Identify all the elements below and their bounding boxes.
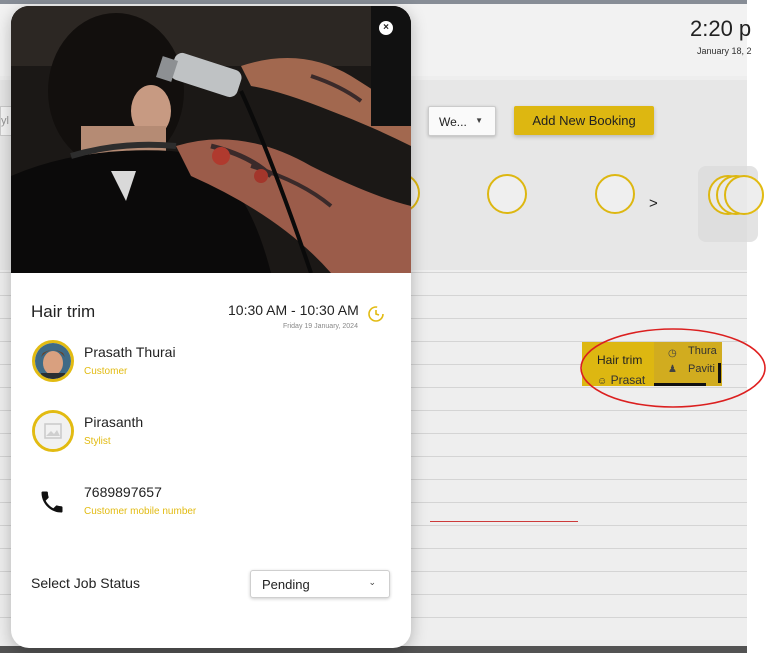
stylist-name: Pirasanth xyxy=(84,414,144,430)
barber-photo xyxy=(11,6,411,273)
job-status-label: Select Job Status xyxy=(31,575,140,591)
booking-time-range: 10:30 AM - 10:30 AM xyxy=(228,302,359,318)
close-button[interactable]: × xyxy=(379,21,393,35)
service-hero-image: × xyxy=(11,6,411,273)
image-placeholder-icon xyxy=(35,413,71,449)
customer-avatar xyxy=(32,340,74,382)
stylist-role: Stylist xyxy=(84,436,111,447)
stylist-avatar xyxy=(32,410,74,452)
chevron-down-icon: ⌄ xyxy=(368,577,376,587)
customer-role: Customer xyxy=(84,366,128,377)
job-status-select[interactable]: Pending ⌄ xyxy=(250,570,390,598)
close-icon: × xyxy=(383,22,389,33)
phone-icon xyxy=(41,491,63,513)
phone-label: Customer mobile number xyxy=(84,506,197,517)
customer-photo xyxy=(35,343,71,379)
service-name: Hair trim xyxy=(31,302,96,321)
clock-icon xyxy=(368,306,384,322)
screen: 2:20 p January 18, 2 yl We... ▼ Add New … xyxy=(0,0,769,653)
job-status-value: Pending xyxy=(262,577,310,592)
phone-number: 7689897657 xyxy=(84,484,162,500)
customer-name: Prasath Thurai xyxy=(84,344,176,360)
booking-date: Friday 19 January, 2024 xyxy=(283,323,358,330)
booking-details-modal: × Hair trim 10:30 AM - 10:30 AM Friday 1… xyxy=(11,6,411,648)
